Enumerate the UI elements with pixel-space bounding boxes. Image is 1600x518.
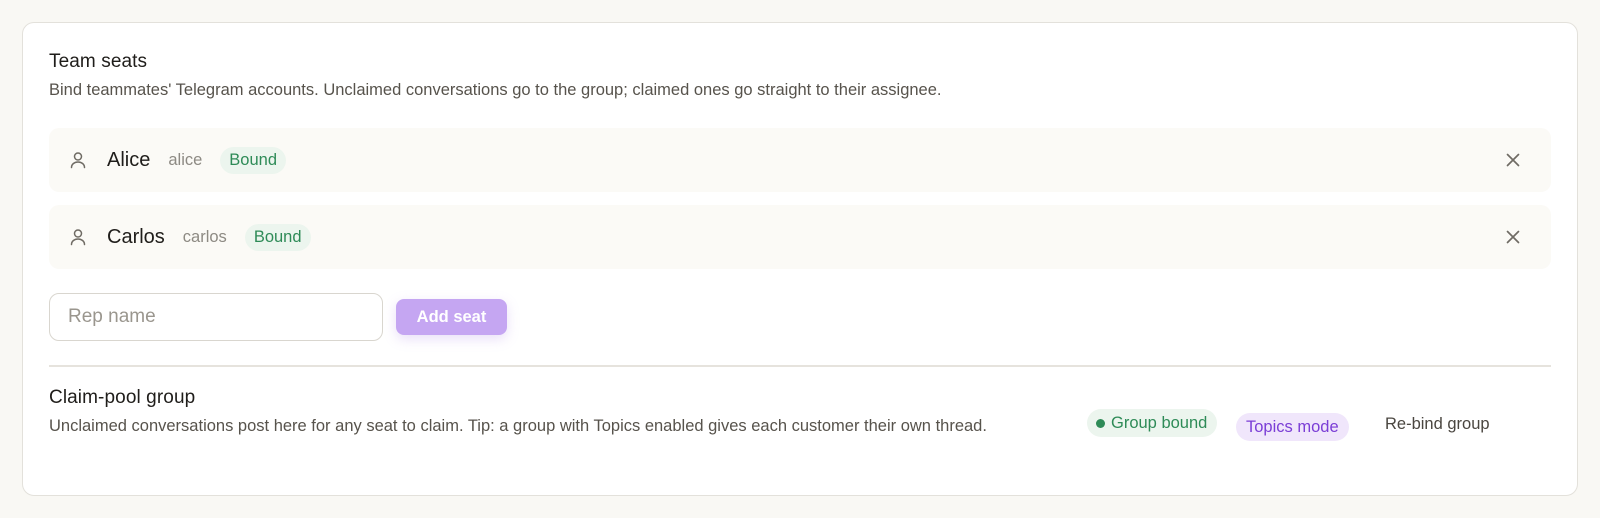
rep-name-input[interactable] [49,293,383,341]
add-seat-button[interactable]: Add seat [396,299,507,335]
claim-pool-description: Unclaimed conversations post here for an… [49,417,987,435]
remove-seat-button[interactable] [1501,148,1525,172]
topics-mode-badge: Topics mode [1236,413,1349,441]
rebind-group-button[interactable]: Re-bind group [1375,410,1500,438]
seat-handle: carlos [182,227,227,246]
seat-row: Alice alice Bound [49,128,1551,192]
team-seats-description: Bind teammates' Telegram accounts. Uncla… [49,81,942,99]
close-icon [1506,230,1520,244]
bound-status-badge: Bound [220,146,287,174]
claim-pool-title: Claim-pool group [49,387,196,408]
close-icon [1506,153,1520,167]
status-dot-icon [1096,418,1105,428]
person-icon [67,149,89,171]
team-seats-title: Team seats [49,51,148,72]
remove-seat-button[interactable] [1501,225,1525,249]
seat-name: Alice [107,148,151,171]
bound-status-badge: Bound [244,223,311,251]
group-bound-label: Group bound [1111,413,1208,432]
person-icon [67,226,89,248]
section-divider [49,365,1551,367]
seat-name: Carlos [107,225,165,248]
seat-handle: alice [168,150,203,169]
settings-card: Team seats Bind teammates' Telegram acco… [22,22,1578,496]
group-bound-badge: Group bound [1087,409,1218,437]
seat-row: Carlos carlos Bound [49,205,1551,269]
